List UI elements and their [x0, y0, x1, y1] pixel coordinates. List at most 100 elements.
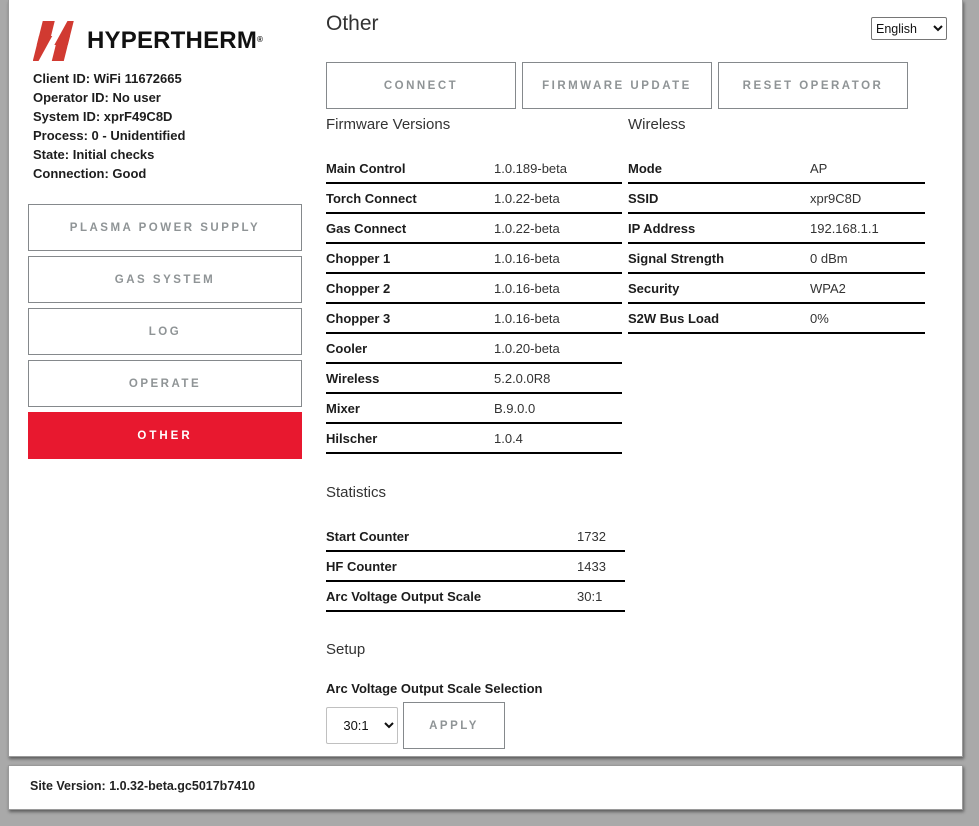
sidebar-item-other[interactable]: OTHER [28, 412, 302, 459]
row-label: Chopper 1 [326, 251, 494, 266]
firmware-versions-table: Main Control 1.0.189-beta Torch Connect … [326, 154, 622, 454]
site-version-text: Site Version: 1.0.32-beta.gc5017b7410 [30, 779, 255, 793]
statistics-table: Start Counter 1732 HF Counter 1433 Arc V… [326, 522, 625, 612]
row-label: Start Counter [326, 529, 577, 544]
table-row: Security WPA2 [628, 274, 925, 304]
hypertherm-logo: HYPERTHERM® [33, 20, 319, 62]
table-row: Start Counter 1732 [326, 522, 625, 552]
client-info-line: Process: 0 - Unidentified [33, 126, 319, 145]
wireless-title: Wireless [628, 117, 925, 132]
client-info-line: Connection: Good [33, 164, 319, 183]
table-row: Torch Connect 1.0.22-beta [326, 184, 622, 214]
table-row: SSID xpr9C8D [628, 184, 925, 214]
row-value: 1433 [577, 559, 606, 574]
row-label: Security [628, 281, 810, 296]
table-row: Signal Strength 0 dBm [628, 244, 925, 274]
row-value: 1732 [577, 529, 606, 544]
row-value: 0% [810, 311, 829, 326]
row-value: B.9.0.0 [494, 401, 535, 416]
row-value: 1.0.22-beta [494, 221, 560, 236]
row-label: Cooler [326, 341, 494, 356]
setup-controls: 30:1 APPLY [326, 702, 947, 749]
footer: Site Version: 1.0.32-beta.gc5017b7410 [8, 765, 963, 810]
firmware-versions-title: Firmware Versions [326, 117, 622, 132]
reset-operator-button[interactable]: RESET OPERATOR [718, 62, 908, 109]
table-row: Cooler 1.0.20-beta [326, 334, 622, 364]
app-window: HYPERTHERM® Client ID: WiFi 11672665 Ope… [8, 0, 963, 757]
wireless-table: Mode AP SSID xpr9C8D IP Address 192.168.… [628, 154, 925, 334]
row-value: 1.0.16-beta [494, 281, 560, 296]
row-label: Chopper 3 [326, 311, 494, 326]
table-row: IP Address 192.168.1.1 [628, 214, 925, 244]
statistics-title: Statistics [326, 485, 625, 500]
row-value: 1.0.4 [494, 431, 523, 446]
wireless-section: Wireless Mode AP SSID xpr9C8D [628, 109, 925, 454]
row-value: 1.0.16-beta [494, 311, 560, 326]
action-button-row: CONNECT FIRMWARE UPDATE RESET OPERATOR [326, 62, 947, 109]
row-label: Mixer [326, 401, 494, 416]
client-info-line: Operator ID: No user [33, 88, 319, 107]
table-row: Main Control 1.0.189-beta [326, 154, 622, 184]
table-row: HF Counter 1433 [326, 552, 625, 582]
registered-trademark-mark: ® [257, 35, 263, 44]
row-label: HF Counter [326, 559, 577, 574]
hypertherm-h-icon [33, 20, 79, 62]
client-info-line: Client ID: WiFi 11672665 [33, 69, 319, 88]
sidebar: HYPERTHERM® Client ID: WiFi 11672665 Ope… [9, 0, 319, 756]
row-value: 1.0.189-beta [494, 161, 567, 176]
logo-wordmark: HYPERTHERM [87, 27, 257, 55]
language-select[interactable]: English [871, 17, 947, 40]
row-value: xpr9C8D [810, 191, 861, 206]
client-info-panel: Client ID: WiFi 11672665 Operator ID: No… [33, 69, 319, 183]
table-row: Wireless 5.2.0.0R8 [326, 364, 622, 394]
row-value: 1.0.16-beta [494, 251, 560, 266]
row-value: 1.0.22-beta [494, 191, 560, 206]
row-label: Torch Connect [326, 191, 494, 206]
firmware-versions-section: Firmware Versions Main Control 1.0.189-b… [326, 109, 622, 454]
row-label: Main Control [326, 161, 494, 176]
sidebar-item-plasma-power-supply[interactable]: PLASMA POWER SUPPLY [28, 204, 302, 251]
table-row: Mixer B.9.0.0 [326, 394, 622, 424]
table-row: Arc Voltage Output Scale 30:1 [326, 582, 625, 612]
row-value: AP [810, 161, 827, 176]
sidebar-item-log[interactable]: LOG [28, 308, 302, 355]
table-row: Chopper 1 1.0.16-beta [326, 244, 622, 274]
setup-title: Setup [326, 642, 947, 657]
client-info-line: System ID: xprF49C8D [33, 107, 319, 126]
row-value: 0 dBm [810, 251, 848, 266]
connect-button[interactable]: CONNECT [326, 62, 516, 109]
row-value: 30:1 [577, 589, 602, 604]
sidebar-item-gas-system[interactable]: GAS SYSTEM [28, 256, 302, 303]
main-content: Other English CONNECT FIRMWARE UPDATE RE… [319, 0, 962, 756]
desktop-background: { "colors": { "brand_red": "#e8182f", "l… [0, 0, 979, 826]
row-value: WPA2 [810, 281, 846, 296]
main-header: Other English [326, 12, 947, 40]
sidebar-item-operate[interactable]: OPERATE [28, 360, 302, 407]
setup-section: Setup Arc Voltage Output Scale Selection… [326, 642, 947, 749]
row-label: Mode [628, 161, 810, 176]
row-label: Hilscher [326, 431, 494, 446]
row-value: 5.2.0.0R8 [494, 371, 550, 386]
row-label: Wireless [326, 371, 494, 386]
table-row: Chopper 3 1.0.16-beta [326, 304, 622, 334]
row-label: SSID [628, 191, 810, 206]
table-row: Hilscher 1.0.4 [326, 424, 622, 454]
firmware-update-button[interactable]: FIRMWARE UPDATE [522, 62, 712, 109]
table-row: Gas Connect 1.0.22-beta [326, 214, 622, 244]
client-info-line: State: Initial checks [33, 145, 319, 164]
row-label: IP Address [628, 221, 810, 236]
page-title: Other [326, 12, 379, 36]
row-label: Chopper 2 [326, 281, 494, 296]
info-tables: Firmware Versions Main Control 1.0.189-b… [326, 109, 947, 454]
statistics-section: Statistics Start Counter 1732 HF Counter… [326, 485, 625, 612]
sidebar-nav: PLASMA POWER SUPPLY GAS SYSTEM LOG OPERA… [28, 204, 319, 459]
table-row: S2W Bus Load 0% [628, 304, 925, 334]
apply-button[interactable]: APPLY [403, 702, 505, 749]
row-label: S2W Bus Load [628, 311, 810, 326]
arc-voltage-scale-select[interactable]: 30:1 [326, 707, 398, 744]
table-row: Chopper 2 1.0.16-beta [326, 274, 622, 304]
row-label: Signal Strength [628, 251, 810, 266]
row-label: Arc Voltage Output Scale [326, 589, 577, 604]
row-value: 192.168.1.1 [810, 221, 879, 236]
row-label: Gas Connect [326, 221, 494, 236]
